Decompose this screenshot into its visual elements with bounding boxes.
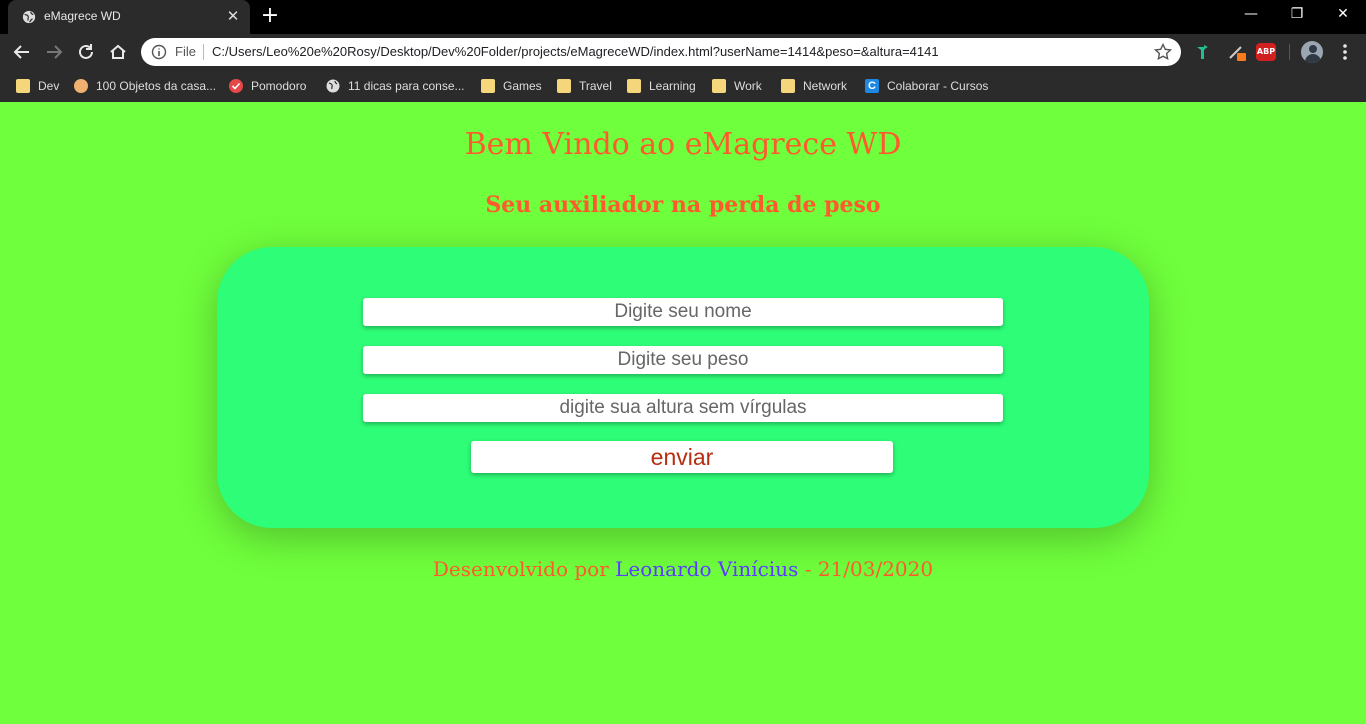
extension-icon[interactable] [1192,41,1214,63]
bookmark-dev[interactable]: Dev [16,77,59,95]
page-title: Bem Vindo ao eMagrece WD [464,127,902,162]
close-window-button[interactable]: ✕ [1320,0,1366,30]
folder-icon [627,79,641,93]
color-picker-icon[interactable] [1226,41,1248,63]
folder-icon [712,79,726,93]
form-card: enviar [217,247,1149,528]
name-input[interactable] [363,298,1003,326]
folder-icon [781,79,795,93]
bookmark-11-dicas[interactable]: 11 dicas para conse... [326,77,465,95]
bookmark-pomodoro[interactable]: Pomodoro [229,77,306,95]
bookmark-label: Network [803,79,848,93]
footer: Desenvolvido por Leonardo Vinícius - 21/… [0,557,1366,581]
weight-input[interactable] [363,346,1003,374]
bookmark-label: Games [503,79,542,93]
omnibox-divider [203,44,204,60]
footer-prefix: Desenvolvido por [432,557,616,581]
bookmark-label: 100 Objetos da casa... [96,79,217,93]
reload-icon[interactable] [75,41,97,63]
bookmark-label: Pomodoro [251,79,307,93]
author-link[interactable]: Leonardo Vinícius [615,557,798,581]
avatar[interactable] [1301,41,1323,63]
tab-close-icon[interactable]: ✕ [224,7,242,25]
url-text[interactable]: C:/Users/Leo%20e%20Rosy/Desktop/Dev%20Fo… [212,44,939,59]
globe-icon [326,79,340,93]
address-bar[interactable]: File C:/Users/Leo%20e%20Rosy/Desktop/Dev… [141,38,1181,66]
tab-strip: eMagrece WD ✕ + — ❐ ✕ [0,0,1366,34]
info-icon[interactable] [151,44,167,60]
browser-toolbar: File C:/Users/Leo%20e%20Rosy/Desktop/Dev… [0,34,1366,70]
bookmark-games[interactable]: Games [481,77,542,95]
adblock-icon[interactable]: ABP [1256,43,1276,61]
bookmark-travel[interactable]: Travel [557,77,612,95]
active-tab[interactable]: eMagrece WD ✕ [8,0,250,34]
bookmark-label: Dev [38,79,60,93]
folder-icon [557,79,571,93]
bookmark-label: Travel [579,79,612,93]
bookmarks-bar: Dev 100 Objetos da casa... Pomodoro 11 d… [0,70,1366,102]
folder-icon [16,79,30,93]
bookmark-star-icon[interactable] [1153,42,1173,62]
home-icon[interactable] [107,41,129,63]
back-arrow-icon[interactable] [11,41,33,63]
colaborar-icon: C [865,79,879,93]
bookmark-label: 11 dicas para conse... [348,79,465,93]
submit-button[interactable]: enviar [471,441,893,473]
check-circle-icon [229,79,243,93]
page-subtitle: Seu auxiliador na perda de peso [485,192,881,218]
site-favicon [74,79,88,93]
bookmark-colaborar[interactable]: C Colaborar - Cursos [865,77,988,95]
footer-date: - 21/03/2020 [798,557,934,581]
bookmark-label: Work [734,79,762,93]
new-tab-button[interactable]: + [258,5,282,29]
tab-title: eMagrece WD [44,9,121,23]
height-input[interactable] [363,394,1003,422]
minimize-button[interactable]: — [1228,0,1274,30]
bookmark-label: Colaborar - Cursos [887,79,989,93]
bookmark-label: Learning [649,79,696,93]
restore-button[interactable]: ❐ [1274,0,1320,30]
forward-arrow-icon[interactable] [43,41,65,63]
bookmark-100-objetos[interactable]: 100 Objetos da casa... [74,77,216,95]
file-scheme-label: File [175,44,196,59]
globe-icon [22,10,36,24]
bookmark-network[interactable]: Network [781,77,847,95]
menu-kebab-icon[interactable] [1334,41,1356,63]
bookmark-work[interactable]: Work [712,77,762,95]
folder-icon [481,79,495,93]
toolbar-divider [1289,44,1290,60]
bookmark-learning[interactable]: Learning [627,77,696,95]
